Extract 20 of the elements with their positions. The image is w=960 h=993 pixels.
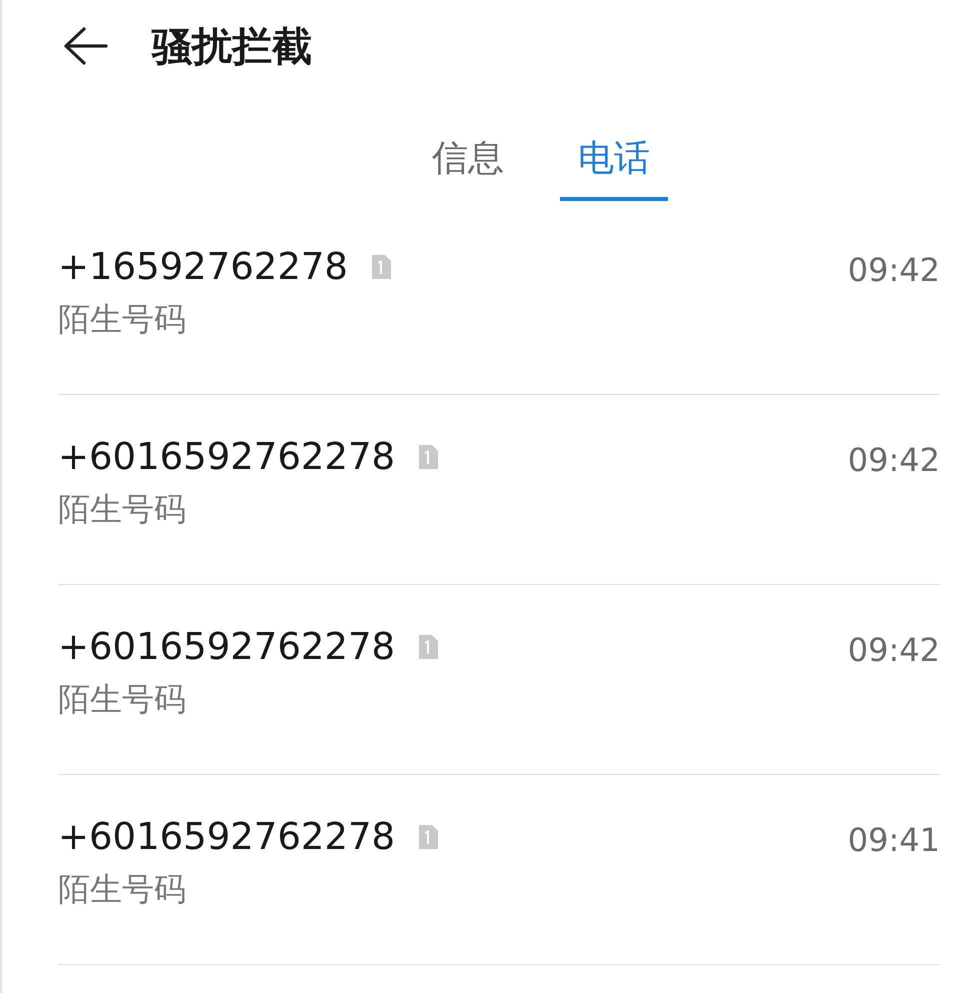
phone-number: +6016592762278 <box>58 815 396 858</box>
tab[interactable]: 信息 <box>414 134 522 201</box>
phone-number: +16592762278 <box>58 245 348 288</box>
caller-label: 陌生号码 <box>58 489 187 530</box>
tab[interactable]: 电话 <box>560 134 668 201</box>
caller-label: 陌生号码 <box>58 869 187 910</box>
phone-number: +6016592762278 <box>58 435 396 478</box>
sim-card-icon <box>370 254 392 280</box>
call-time: 09:42 <box>848 250 940 291</box>
sim-card-icon <box>417 634 440 660</box>
sim-card-icon <box>417 444 440 470</box>
call-time: 09:42 <box>848 630 940 671</box>
page-title: 骚扰拦截 <box>152 22 312 72</box>
sim-card-icon <box>417 824 440 850</box>
phone-number: +6016592762278 <box>58 625 396 668</box>
caller-label: 陌生号码 <box>58 299 187 340</box>
back-arrow-icon <box>62 26 108 66</box>
caller-label: 陌生号码 <box>58 679 187 720</box>
call-time: 09:42 <box>848 440 940 481</box>
call-time: 09:41 <box>848 820 940 861</box>
